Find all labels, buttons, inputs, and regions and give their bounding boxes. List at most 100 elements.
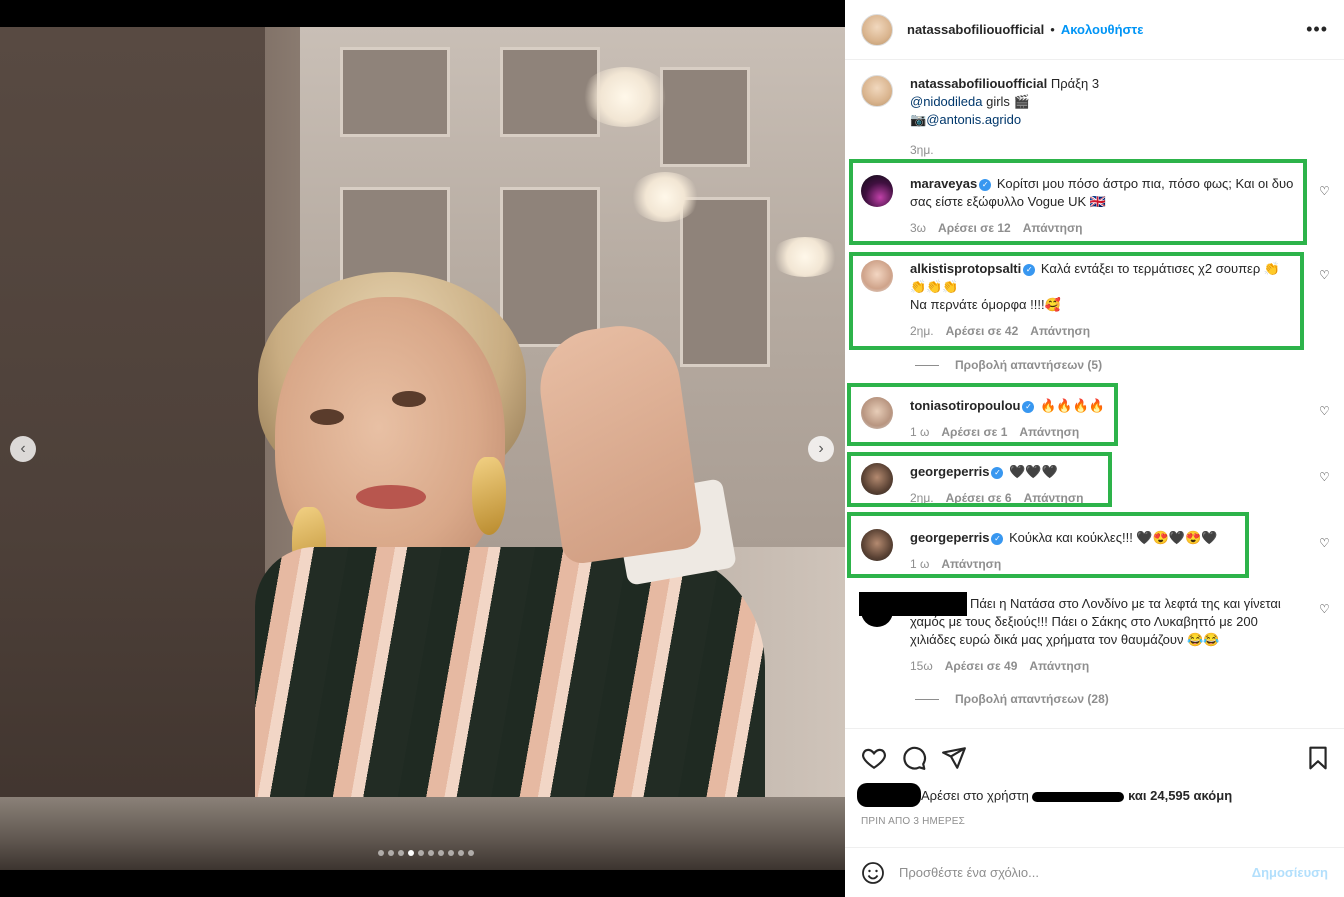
view-replies-label: Προβολή απαντήσεων (5): [955, 358, 1103, 372]
prev-arrow-icon[interactable]: ‹: [10, 436, 36, 462]
bookmark-icon[interactable]: [1305, 745, 1331, 771]
carousel-dot: [398, 850, 404, 856]
caption-text: girls 🎬: [982, 94, 1030, 109]
stone-pillar: [0, 27, 265, 870]
carousel-dot: [408, 850, 414, 856]
comment-bubble-icon[interactable]: [901, 745, 927, 771]
avatar[interactable]: [861, 529, 893, 561]
comment-time[interactable]: 1 ω: [910, 423, 929, 441]
add-comment-bar: Δημοσίευση: [845, 847, 1344, 897]
camera-emoji: 📷: [910, 112, 927, 127]
comment-time[interactable]: 3ημ.: [910, 141, 934, 159]
caption: natassabofiliouofficial Πράξη 3 @nidodil…: [861, 75, 1331, 159]
reply-button[interactable]: Απάντηση: [1019, 423, 1079, 441]
likes-count[interactable]: και 24,595 ακόμη: [1128, 788, 1232, 803]
separator: •: [1050, 22, 1055, 37]
comment-likes[interactable]: Αρέσει σε 12: [938, 219, 1011, 237]
avatar[interactable]: [861, 13, 893, 46]
reply-button[interactable]: Απάντηση: [1030, 322, 1090, 340]
verified-badge-icon: ✓: [1022, 400, 1035, 413]
caption-text: Πράξη 3: [1050, 76, 1100, 91]
mention-link[interactable]: @nidodileda: [910, 94, 982, 109]
mention-link[interactable]: @antonis.agrido: [926, 112, 1021, 127]
comment: georgeperris ✓ Κούκλα και κούκλες!!! 🖤😍🖤😍…: [861, 529, 1331, 573]
header-username[interactable]: natassabofiliouofficial: [907, 22, 1044, 37]
comment: maraveyas ✓ Κορίτσι μου πόσο άστρο πια, π…: [861, 175, 1331, 237]
view-replies-button[interactable]: Προβολή απαντήσεων (5): [915, 358, 1102, 372]
comment-likes[interactable]: Αρέσει σε 42: [946, 322, 1019, 340]
avatar[interactable]: [861, 75, 893, 107]
comment-input[interactable]: [899, 865, 1252, 880]
carousel-dot: [378, 850, 384, 856]
comment-username[interactable]: georgeperris: [910, 464, 989, 479]
avatar[interactable]: [861, 175, 893, 207]
likes-prefix: Αρέσει στο χρήστη: [921, 788, 1029, 803]
post-photo: [0, 27, 845, 870]
reply-button[interactable]: Απάντηση: [1023, 219, 1083, 237]
like-comment-icon[interactable]: ♡: [1319, 405, 1331, 417]
redaction: [857, 783, 921, 807]
post-button[interactable]: Δημοσίευση: [1252, 865, 1328, 880]
comment-username[interactable]: toniasotiropoulou: [910, 398, 1020, 413]
comment-username[interactable]: georgeperris: [910, 530, 989, 545]
post-header: natassabofiliouofficial • Ακολουθήστε ••…: [845, 0, 1344, 60]
more-icon[interactable]: •••: [1306, 19, 1328, 40]
view-replies-button[interactable]: Προβολή απαντήσεων (28): [915, 692, 1109, 706]
emoji-icon[interactable]: [861, 861, 885, 885]
comment-text: 🔥🔥🔥🔥: [1040, 398, 1105, 413]
like-comment-icon[interactable]: ♡: [1319, 603, 1331, 615]
post-media: ‹ ›: [0, 0, 845, 897]
caption-username[interactable]: natassabofiliouofficial: [910, 76, 1047, 91]
comment-likes[interactable]: Αρέσει σε 49: [945, 657, 1018, 675]
comments-list: natassabofiliouofficial Πράξη 3 @nidodil…: [845, 61, 1344, 728]
comment: toniasotiropoulou ✓ 🔥🔥🔥🔥 1 ω Αρέσει σε 1 Απ…: [861, 397, 1331, 441]
verified-badge-icon: ✓: [991, 532, 1004, 545]
comment-text: Κούκλα και κούκλες!!! 🖤😍🖤😍🖤: [1009, 530, 1218, 545]
like-comment-icon[interactable]: ♡: [1319, 471, 1331, 483]
post-time[interactable]: ΠΡΙΝ ΑΠΟ 3 ΗΜΕΡΕΣ: [861, 816, 965, 827]
like-comment-icon[interactable]: ♡: [1319, 269, 1331, 281]
like-comment-icon[interactable]: ♡: [1319, 185, 1331, 197]
comment: georgeperris ✓ 🖤🖤🖤 2ημ. Αρέσει σε 6 Απάντησ…: [861, 463, 1331, 507]
verified-badge-icon: ✓: [991, 466, 1004, 479]
verified-badge-icon: ✓: [1023, 263, 1036, 276]
carousel-dot: [418, 850, 424, 856]
comment-time[interactable]: 2ημ.: [910, 322, 934, 340]
likes-summary[interactable]: Αρέσει στο χρήστη και 24,595 ακόμη: [921, 788, 1232, 803]
post-sidebar: natassabofiliouofficial • Ακολουθήστε ••…: [845, 0, 1344, 897]
reply-button[interactable]: Απάντηση: [1024, 489, 1084, 507]
reply-button[interactable]: Απάντηση: [1029, 657, 1089, 675]
carousel-dot: [468, 850, 474, 856]
carousel-dots: [378, 850, 474, 856]
carousel-dot: [448, 850, 454, 856]
window-ledge: [0, 797, 845, 870]
comment-likes[interactable]: Αρέσει σε 1: [941, 423, 1007, 441]
comment-username[interactable]: alkistisprotopsalti: [910, 261, 1021, 276]
carousel-dot: [458, 850, 464, 856]
carousel-dot: [438, 850, 444, 856]
like-comment-icon[interactable]: ♡: [1319, 537, 1331, 549]
share-plane-icon[interactable]: [941, 745, 967, 771]
view-replies-label: Προβολή απαντήσεων (28): [955, 692, 1109, 706]
like-heart-icon[interactable]: [861, 745, 887, 771]
next-arrow-icon[interactable]: ›: [808, 436, 834, 462]
comment-time[interactable]: 2ημ.: [910, 489, 934, 507]
lips: [356, 485, 426, 509]
follow-button[interactable]: Ακολουθήστε: [1061, 22, 1144, 37]
carousel-dot: [388, 850, 394, 856]
comment-time[interactable]: 1 ω: [910, 555, 929, 573]
redaction: [1032, 791, 1125, 802]
avatar[interactable]: [861, 397, 893, 429]
comment-time[interactable]: 15ω: [910, 657, 933, 675]
verified-badge-icon: ✓: [979, 178, 992, 191]
carousel-dot: [428, 850, 434, 856]
comment: alkistisprotopsalti ✓ Καλά εντάξει το τερ…: [861, 260, 1331, 340]
comment-text: 🖤🖤🖤: [1009, 464, 1058, 479]
avatar[interactable]: [861, 260, 893, 292]
avatar[interactable]: [861, 463, 893, 495]
comment-time[interactable]: 3ω: [910, 219, 926, 237]
comment-username[interactable]: maraveyas: [910, 176, 977, 191]
comment-likes[interactable]: Αρέσει σε 6: [946, 489, 1012, 507]
coat: [255, 547, 765, 797]
reply-button[interactable]: Απάντηση: [941, 555, 1001, 573]
